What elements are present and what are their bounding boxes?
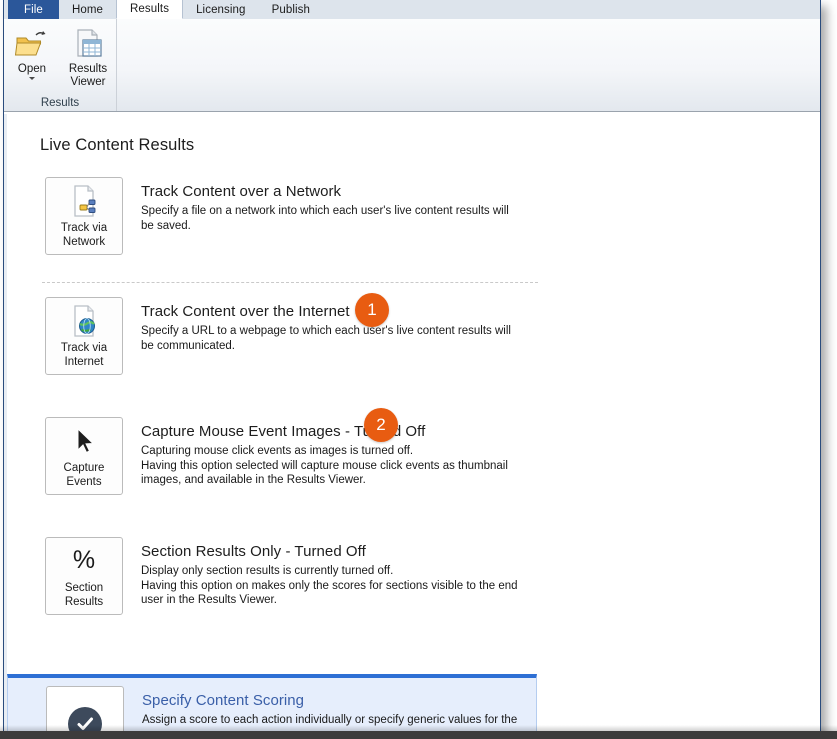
open-button[interactable]: Open <box>6 25 58 80</box>
tab-publish-label: Publish <box>271 3 310 16</box>
ribbon-body: Open Results Viewer Results <box>4 19 820 112</box>
results-viewer-button[interactable]: Results Viewer <box>62 25 114 89</box>
tab-results-label: Results <box>130 3 170 15</box>
specify-content-scoring-button[interactable] <box>46 686 124 735</box>
file-network-icon <box>68 184 100 218</box>
callout-badge-1: 1 <box>355 293 389 327</box>
capture-events-label-line2: Events <box>66 475 102 488</box>
tab-home[interactable]: Home <box>59 0 116 19</box>
bottom-cutoff-bar <box>0 731 837 739</box>
item-text-block: Section Results Only - Turned Off Displa… <box>141 537 521 608</box>
open-button-label: Open <box>17 63 47 75</box>
track-via-network-label-line1: Track via <box>60 221 108 234</box>
results-viewer-icon <box>71 27 105 61</box>
track-via-internet-label-line2: Internet <box>64 355 104 368</box>
item-description: Capturing mouse click events as images i… <box>141 445 508 486</box>
tab-file-label: File <box>24 3 43 16</box>
item-description: Specify a URL to a webpage to which each… <box>141 325 511 352</box>
item-heading: Section Results Only - Turned Off <box>141 543 366 560</box>
percent-icon: % <box>72 546 96 574</box>
item-description: Assign a score to each action individual… <box>142 714 518 726</box>
item-text-block: Specify Content Scoring Assign a score t… <box>142 686 562 728</box>
list-item-section-results[interactable]: % Section Results Section Results Only -… <box>7 537 537 615</box>
item-description: Display only section results is currentl… <box>141 565 518 606</box>
list-item-track-network[interactable]: Track via Network Track Content over a N… <box>7 177 537 255</box>
callout-badge-2: 2 <box>364 408 398 442</box>
section-results-button[interactable]: % Section Results <box>45 537 123 615</box>
ribbon-group-results: Open Results Viewer Results <box>4 19 117 111</box>
capture-events-label-line1: Capture <box>63 461 105 474</box>
list-item-capture-events[interactable]: Capture Events Capture Mouse Event Image… <box>7 417 537 495</box>
list-item-track-internet[interactable]: Track via Internet Track Content over th… <box>7 297 537 375</box>
item-description: Specify a file on a network into which e… <box>141 205 509 232</box>
item-heading: Specify Content Scoring <box>142 692 305 709</box>
page-title: Live Content Results <box>40 136 195 154</box>
screenshot-root: File Home Results Licensing Publish Open… <box>0 0 837 739</box>
tab-publish[interactable]: Publish <box>259 0 323 19</box>
item-text-block: Track Content over a Network Specify a f… <box>141 177 521 233</box>
tab-licensing-label: Licensing <box>196 3 246 16</box>
item-heading: Track Content over a Network <box>141 183 342 200</box>
ribbon-group-title: Results <box>40 97 80 109</box>
application-window: File Home Results Licensing Publish Open… <box>3 0 821 736</box>
track-via-network-button[interactable]: Track via Network <box>45 177 123 255</box>
highlighted-item-row: Specify Content Scoring Assign a score t… <box>8 678 538 735</box>
tab-results[interactable]: Results <box>116 0 184 19</box>
item-text-block: Capture Mouse Event Images - Turned Off … <box>141 417 511 488</box>
track-via-internet-label-line1: Track via <box>60 341 108 354</box>
ribbon-tabstrip: File Home Results Licensing Publish <box>4 0 820 20</box>
tab-file[interactable]: File <box>8 0 59 19</box>
results-viewer-label-line1: Results <box>68 63 108 75</box>
list-item-specify-content-scoring[interactable]: Specify Content Scoring Assign a score t… <box>7 674 537 735</box>
ribbon: File Home Results Licensing Publish Open… <box>4 0 820 114</box>
results-viewer-label-line2: Viewer <box>70 76 106 88</box>
list-divider <box>42 282 538 283</box>
track-via-network-label-line2: Network <box>62 235 106 248</box>
section-results-label-line2: Results <box>64 595 104 608</box>
section-results-label-line1: Section <box>64 581 104 594</box>
item-heading: Capture Mouse Event Images - Turned Off <box>141 423 426 440</box>
track-via-internet-button[interactable]: Track via Internet <box>45 297 123 375</box>
file-globe-icon <box>68 304 100 338</box>
open-folder-icon <box>14 27 50 61</box>
tab-home-label: Home <box>71 3 104 16</box>
mouse-cursor-icon <box>69 424 99 458</box>
tab-licensing[interactable]: Licensing <box>183 0 259 19</box>
item-heading: Track Content over the Internet <box>141 303 350 320</box>
item-text-block: Track Content over the Internet Specify … <box>141 297 521 353</box>
content-pane: Live Content Results Track via Network T… <box>4 114 820 735</box>
capture-events-button[interactable]: Capture Events <box>45 417 123 495</box>
chevron-down-icon[interactable] <box>29 77 35 80</box>
